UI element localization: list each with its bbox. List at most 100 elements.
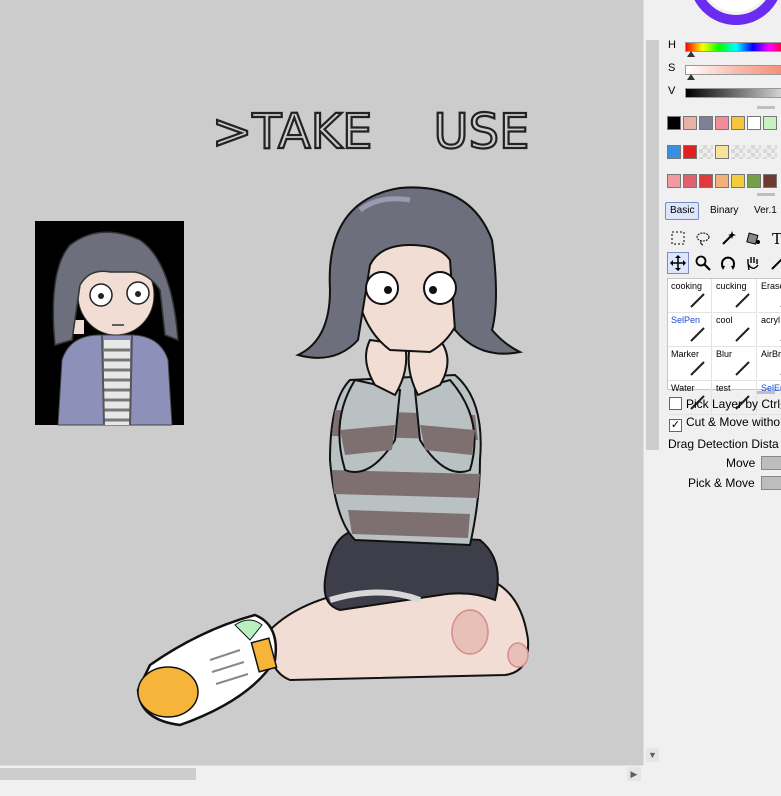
move-distance-field[interactable] — [761, 456, 781, 470]
zoom-icon[interactable] — [692, 252, 714, 274]
color-swatch[interactable] — [715, 145, 729, 159]
brush-pen-icon — [735, 293, 750, 308]
cut-move-label: Cut & Move witho — [686, 415, 781, 429]
brush-cool[interactable]: cool — [713, 313, 757, 347]
tab-binary[interactable]: Binary — [705, 202, 743, 220]
fill-icon[interactable] — [742, 227, 764, 249]
tab-ver-1[interactable]: Ver.1 — [749, 202, 781, 220]
scroll-right-arrow[interactable]: ▶ — [627, 767, 641, 781]
brush-name: Blur — [716, 349, 733, 359]
panel-divider[interactable] — [757, 391, 775, 394]
status-strip — [0, 781, 661, 796]
brush-cucking[interactable]: cucking — [713, 279, 757, 313]
saturation-knob[interactable] — [687, 74, 695, 80]
brush-pen-icon — [690, 361, 705, 376]
brush-marker[interactable]: Marker — [668, 347, 712, 381]
brush-pen-icon — [690, 293, 705, 308]
brush-erase[interactable]: Erase — [758, 279, 781, 313]
color-swatch[interactable] — [731, 174, 745, 188]
color-swatch[interactable] — [715, 116, 729, 130]
move-distance-label: Move — [726, 456, 756, 470]
brush-name: SelPen — [671, 315, 701, 325]
color-swatch[interactable] — [747, 116, 761, 130]
brush-name: acryl — [761, 315, 781, 325]
color-swatch[interactable] — [731, 116, 745, 130]
color-swatch[interactable] — [683, 116, 697, 130]
hue-bar[interactable] — [685, 42, 781, 52]
pick-move-distance-label: Pick & Move — [688, 476, 755, 490]
brush-name: cooking — [671, 281, 703, 291]
vertical-scroll-thumb[interactable] — [646, 40, 659, 450]
brush-acryl[interactable]: acryl — [758, 313, 781, 347]
brush-selpen[interactable]: SelPen — [668, 313, 712, 347]
pick-layer-label: Pick Layer by Ctrl+ — [686, 397, 781, 411]
hand-icon[interactable] — [742, 252, 764, 274]
horizontal-scroll-thumb[interactable] — [0, 768, 196, 780]
brush-name: Erase — [761, 281, 781, 291]
drag-detection-label: Drag Detection Dista — [668, 437, 779, 451]
color-swatch[interactable] — [747, 174, 761, 188]
brush-name: test — [716, 383, 731, 393]
brush-grid: cooking cucking Erase SelPen cool acryl Marker… — [667, 278, 781, 415]
color-wheel[interactable] — [661, 0, 781, 32]
artwork: >TAKE USE — [35, 103, 531, 727]
brush-name: Water — [671, 383, 695, 393]
cut-move-checkbox[interactable]: ✓ — [669, 419, 682, 432]
brush-name: cool — [716, 315, 733, 325]
pick-layer-checkbox[interactable] — [669, 397, 682, 410]
text-icon[interactable]: T — [767, 227, 781, 249]
color-swatch[interactable] — [667, 174, 681, 188]
panel-divider[interactable] — [757, 193, 775, 196]
character-illustration — [136, 186, 530, 727]
brush-airbr[interactable]: AirBr — [758, 347, 781, 381]
brush-pen-icon — [735, 327, 750, 342]
scroll-down-arrow[interactable]: ▼ — [646, 748, 659, 762]
pick-move-distance-field[interactable] — [761, 476, 781, 490]
color-swatch[interactable] — [763, 145, 777, 159]
cut-move-option[interactable]: ✓ Cut & Move witho — [669, 415, 780, 432]
color-swatch[interactable] — [699, 145, 713, 159]
brush-pen-icon — [735, 361, 750, 376]
svg-text:T: T — [772, 230, 781, 246]
hue-label: H — [668, 39, 676, 51]
color-swatch[interactable] — [763, 116, 777, 130]
color-swatch[interactable] — [683, 174, 697, 188]
horizontal-scrollbar[interactable]: ▶ — [0, 765, 643, 782]
brush-name: AirBr — [761, 349, 781, 359]
color-swatch[interactable] — [731, 145, 745, 159]
hue-knob[interactable] — [687, 51, 695, 57]
saturation-label: S — [668, 62, 676, 74]
color-swatch[interactable] — [699, 174, 713, 188]
color-swatch[interactable] — [763, 174, 777, 188]
dropper-icon[interactable] — [767, 252, 781, 274]
vertical-scrollbar[interactable]: ▼ — [643, 0, 662, 765]
hue-slider[interactable]: H — [665, 39, 781, 57]
pick-layer-option[interactable]: Pick Layer by Ctrl+ — [669, 397, 781, 411]
color-swatch[interactable] — [667, 145, 681, 159]
saturation-slider[interactable]: S — [665, 62, 781, 80]
value-bar[interactable] — [685, 88, 781, 98]
brush-name: Marker — [671, 349, 700, 359]
panel-divider[interactable] — [757, 106, 775, 109]
select-rect-icon[interactable] — [667, 227, 689, 249]
color-swatch[interactable] — [683, 145, 697, 159]
tab-basic[interactable]: Basic — [665, 202, 700, 220]
value-slider[interactable]: V — [665, 85, 781, 100]
brush-blur[interactable]: Blur — [713, 347, 757, 381]
reference-image — [35, 221, 184, 426]
lasso-icon[interactable] — [692, 227, 714, 249]
saturation-bar[interactable] — [685, 65, 781, 75]
color-swatch[interactable] — [667, 116, 681, 130]
color-swatch[interactable] — [699, 116, 713, 130]
rotate-icon[interactable] — [717, 252, 739, 274]
color-swatch[interactable] — [715, 174, 729, 188]
tool-panel: H S V Basic Binary Ver.1 T cooking cucki… — [661, 0, 781, 796]
magic-wand-icon[interactable] — [717, 227, 739, 249]
brush-cooking[interactable]: cooking — [668, 279, 712, 313]
color-swatch[interactable] — [747, 145, 761, 159]
value-label: V — [668, 85, 676, 97]
brush-pen-icon — [690, 327, 705, 342]
move-icon[interactable] — [667, 252, 689, 274]
handwritten-caption: >TAKE USE — [212, 104, 529, 160]
drawing-canvas[interactable]: >TAKE USE — [0, 0, 643, 765]
